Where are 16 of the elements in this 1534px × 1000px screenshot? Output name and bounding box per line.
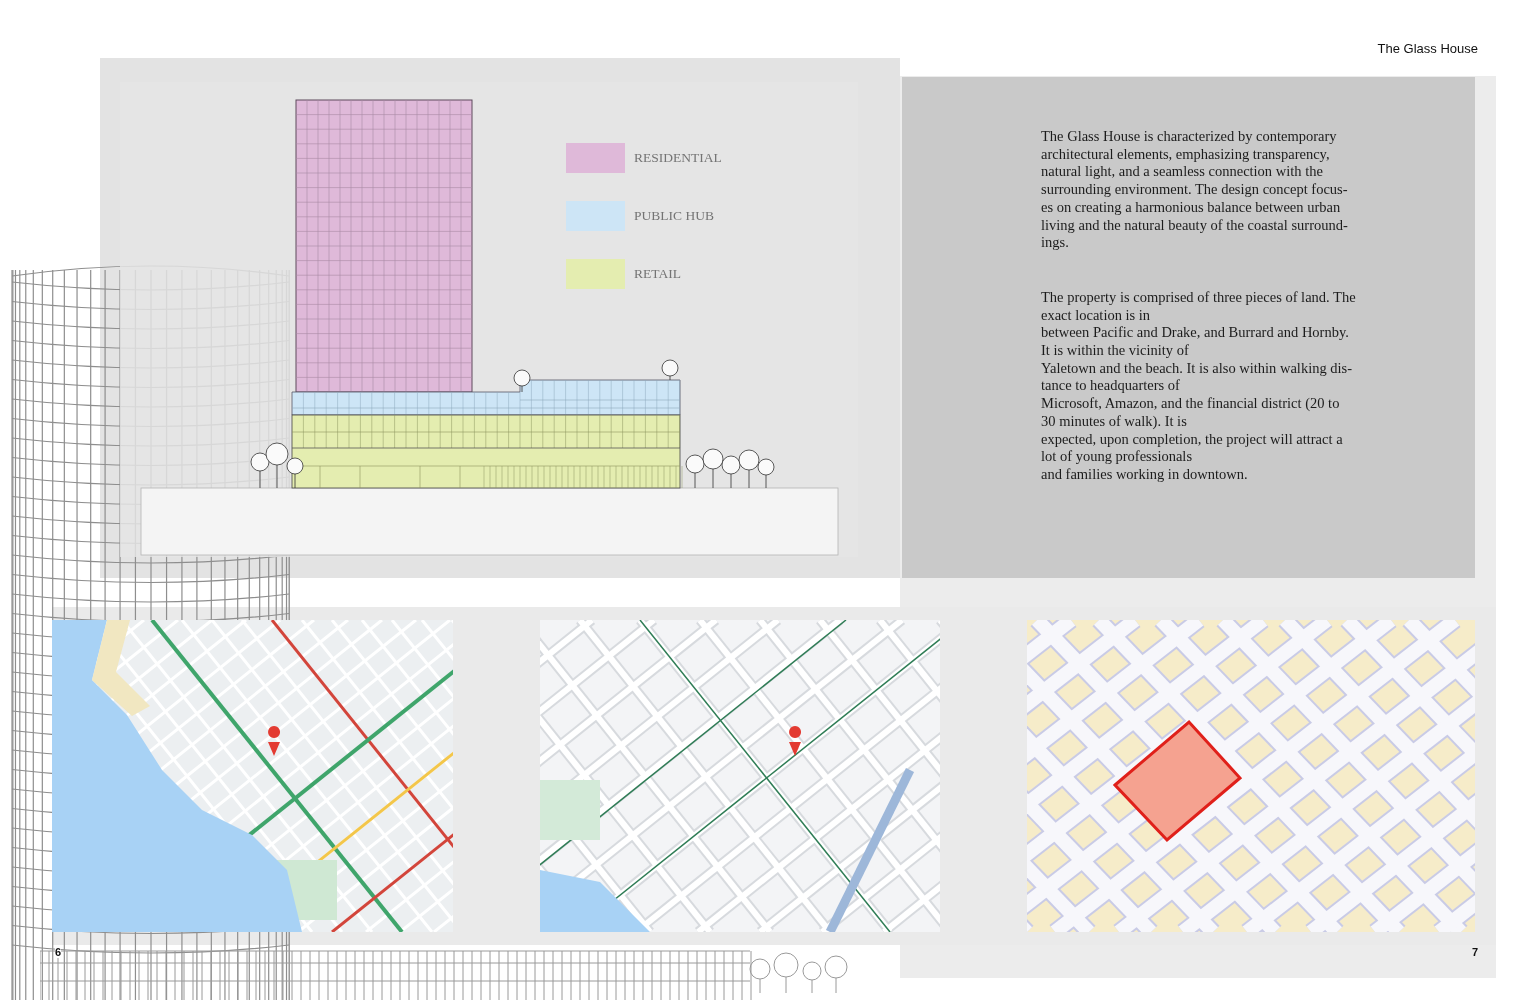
description-paragraph: The Glass House is characterized by contemporary architectural elements, emphasizing transparency, natural light, and a seamless connection with the surrounding environment. The design concept focus- es on creating a harmonious balance between urban living and the natural beauty of the coastal surround- ings. (1041, 128, 1348, 252)
tree-icon (250, 452, 270, 489)
tree-icon (721, 455, 741, 489)
description-paragraph: The property is comprised of three pieces of land. The exact location is in between Pacific and Drake, and Burrard and Hornby. It is within the vicinity of Yaletown and the beach. It is also within walking dis- tance to headquarters of Microsoft, Amazon, and the financial district (20 to 30 minutes of walk). It is expected, upon completion, the project will attract a lot of young professionals and families working in downtown. (1041, 288, 1356, 484)
page-number: 6 (55, 946, 62, 958)
legend-label: RETAIL (634, 266, 681, 282)
tree-icon (702, 448, 724, 489)
tree-icon (738, 449, 760, 489)
page-number: 7 (1471, 946, 1478, 958)
legend-label: PUBLIC HUB (634, 208, 714, 224)
legend-label: RESIDENTIAL (634, 150, 722, 166)
document-title: The Glass House (1377, 41, 1478, 56)
tree-icon (661, 359, 679, 381)
tree-icon (757, 458, 775, 489)
tree-icon (685, 454, 705, 489)
tree-icon (513, 369, 531, 393)
